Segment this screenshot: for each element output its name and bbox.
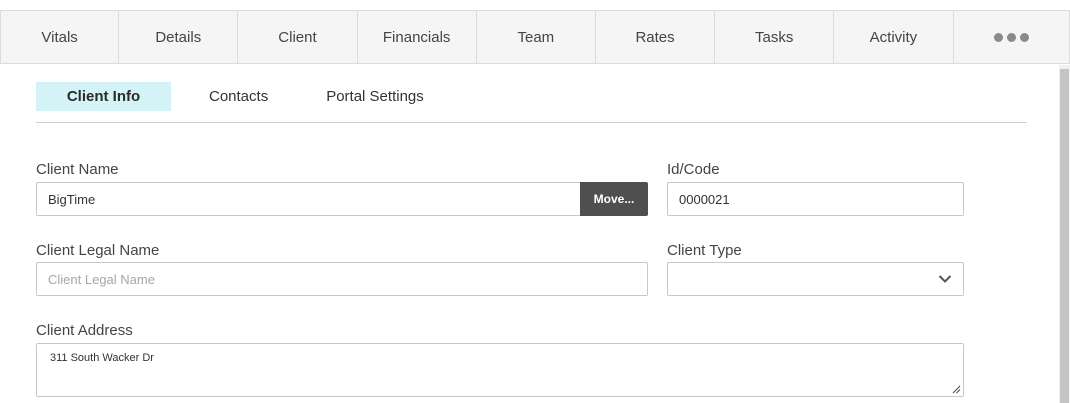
subtab-divider: [36, 122, 1027, 123]
tab-client[interactable]: Client: [238, 11, 358, 63]
client-name-label: Client Name: [36, 161, 119, 178]
tab-label: Details: [155, 28, 202, 46]
tab-label: Tasks: [755, 28, 794, 46]
chevron-down-icon: [938, 275, 952, 283]
subtab-contacts[interactable]: Contacts: [209, 82, 268, 111]
tab-more[interactable]: [954, 11, 1070, 63]
tab-vitals[interactable]: Vitals: [0, 11, 120, 63]
client-address-label: Client Address: [36, 322, 133, 339]
id-code-input[interactable]: 0000021: [667, 182, 964, 216]
move-button[interactable]: Move...: [580, 182, 648, 216]
client-type-select[interactable]: [667, 262, 964, 296]
tab-financials[interactable]: Financials: [358, 11, 477, 63]
resize-grip-icon[interactable]: [951, 384, 961, 394]
tab-label: Vitals: [41, 28, 78, 46]
dot: [1006, 32, 1016, 42]
dot: [1019, 32, 1029, 42]
client-edit-panel: Vitals Details Client Financials Team Ra…: [0, 0, 1070, 403]
tab-label: Financials: [382, 28, 451, 46]
tab-tasks[interactable]: Tasks: [715, 11, 835, 63]
tab-label: Rates: [635, 28, 675, 46]
dot: [993, 32, 1003, 42]
client-legal-name-label: Client Legal Name: [36, 242, 160, 259]
vertical-scrollbar[interactable]: [1059, 65, 1070, 403]
client-address-textarea[interactable]: 311 South Wacker Dr: [36, 343, 964, 397]
more-horizontal-icon: [993, 32, 1029, 42]
tab-activity[interactable]: Activity: [834, 11, 954, 63]
tab-label: Client: [278, 28, 317, 46]
client-address-value: 311 South Wacker Dr: [50, 352, 154, 364]
tab-details[interactable]: Details: [119, 11, 239, 63]
top-tab-bar: Vitals Details Client Financials Team Ra…: [0, 10, 1070, 64]
id-code-label: Id/Code: [667, 161, 720, 178]
sub-tab-bar: Client Info Contacts Portal Settings: [36, 82, 424, 111]
tab-label: Team: [517, 28, 555, 46]
tab-rates[interactable]: Rates: [596, 11, 716, 63]
client-type-label: Client Type: [667, 242, 742, 259]
tab-team[interactable]: Team: [477, 11, 596, 63]
client-legal-name-input[interactable]: Client Legal Name: [36, 262, 648, 296]
client-name-input[interactable]: BigTime: [36, 182, 581, 216]
tab-label: Activity: [869, 28, 918, 46]
subtab-portal-settings[interactable]: Portal Settings: [326, 82, 424, 111]
scrollbar-thumb[interactable]: [1060, 69, 1069, 403]
subtab-client-info[interactable]: Client Info: [36, 82, 171, 111]
